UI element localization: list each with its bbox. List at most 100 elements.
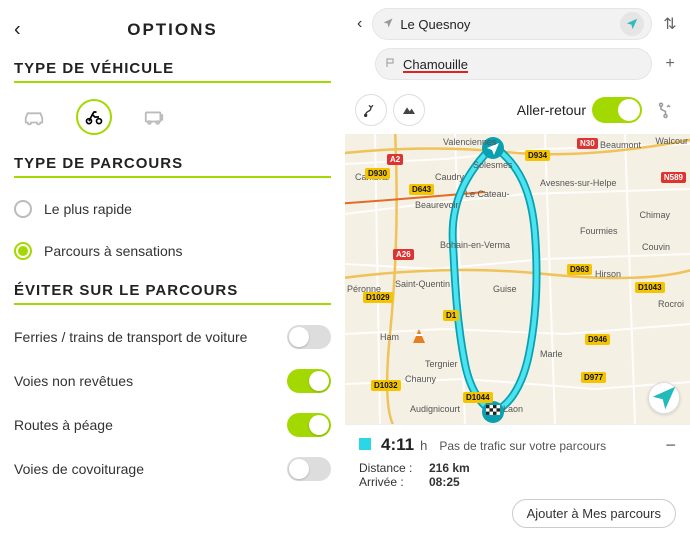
to-text: Chamouille [403, 57, 644, 72]
divider [14, 176, 331, 178]
swap-icon[interactable]: ⇅ [660, 14, 680, 34]
road-badge: D643 [409, 184, 434, 195]
map-view[interactable]: Valenciennes Beaumont Walcour Cambrai Ca… [345, 134, 690, 424]
use-my-location-icon[interactable] [620, 12, 644, 36]
avoid-toll-toggle[interactable] [287, 413, 331, 437]
avoid-ferries-label: Ferries / trains de transport de voiture [14, 329, 247, 345]
road-badge: D930 [365, 168, 390, 179]
from-row: ‹ Le Quesnoy ⇅ [355, 8, 680, 40]
city-label: Laon [503, 404, 523, 414]
city-label: Marle [540, 349, 563, 359]
road-badge: D946 [585, 334, 610, 345]
city-label: Chauny [405, 374, 436, 384]
road-badge: D1 [443, 310, 459, 321]
back-chevron-icon[interactable]: ‹ [355, 15, 364, 33]
city-label: Caudry [435, 172, 464, 182]
vehicle-car-icon[interactable] [16, 99, 52, 135]
route-details: Distance : 216 km Arrivée : 08:25 [359, 461, 676, 489]
road-badge: D963 [567, 264, 592, 275]
vehicle-motorcycle-icon[interactable] [76, 99, 112, 135]
vehicle-rv-icon[interactable] [136, 99, 172, 135]
city-label: Rocroi [658, 299, 684, 309]
arrival-value: 08:25 [429, 475, 460, 489]
avoid-carpool-label: Voies de covoiturage [14, 461, 144, 477]
route-type-icon[interactable] [355, 94, 387, 126]
road-badge: D1029 [363, 292, 393, 303]
arrival-label: Arrivée : [359, 475, 423, 489]
options-header: ‹ OPTIONS [14, 10, 331, 50]
avoid-ferries-toggle[interactable] [287, 325, 331, 349]
location-pin-icon [382, 17, 394, 32]
to-input[interactable]: Chamouille [375, 48, 652, 80]
road-badge: D977 [581, 372, 606, 383]
avoid-toll-row: Routes à péage [14, 403, 331, 447]
avoid-unpaved-toggle[interactable] [287, 369, 331, 393]
eta-time: 4:11 [381, 435, 414, 455]
traffic-status: Pas de trafic sur votre parcours [439, 439, 606, 453]
city-label: Ham [380, 332, 399, 342]
terrain-icon[interactable] [393, 94, 425, 126]
add-to-routes-button[interactable]: Ajouter à Mes parcours [512, 499, 676, 528]
route-option-label: Le plus rapide [44, 201, 132, 217]
avoid-carpool-row: Voies de covoiturage [14, 447, 331, 491]
route-option-fastest[interactable]: Le plus rapide [14, 188, 331, 230]
distance-value: 216 km [429, 461, 470, 475]
city-label: Fourmies [580, 226, 618, 236]
distance-label: Distance : [359, 461, 423, 475]
route-options-icon[interactable] [648, 94, 680, 126]
vehicle-type-row [14, 93, 331, 145]
city-label: Valenciennes [443, 137, 496, 147]
options-title: OPTIONS [127, 20, 218, 40]
vehicle-section-title: TYPE DE VÉHICULE [14, 60, 331, 77]
search-area: ‹ Le Quesnoy ⇅ Chamouille + [345, 0, 690, 94]
eta-row: 4:11 h Pas de trafic sur votre parcours [359, 435, 676, 455]
road-badge: A26 [393, 249, 414, 260]
city-label: Le Cateau- [465, 189, 510, 199]
city-label: Chimay [639, 210, 670, 220]
city-label: Beaumont [600, 140, 641, 150]
add-waypoint-icon[interactable]: + [660, 55, 680, 73]
city-label: Beaurevoir [415, 200, 459, 210]
route-option-label: Parcours à sensations [44, 243, 183, 259]
city-label: Saint-Quentin [395, 279, 450, 289]
options-panel: ‹ OPTIONS TYPE DE VÉHICULE TYPE DE PARCO… [0, 0, 345, 540]
avoid-ferries-row: Ferries / trains de transport de voiture [14, 315, 331, 359]
city-label: Walcour [655, 136, 688, 146]
from-input[interactable]: Le Quesnoy [372, 8, 652, 40]
avoid-carpool-toggle[interactable] [287, 457, 331, 481]
route-color-swatch [359, 438, 371, 450]
back-icon[interactable]: ‹ [14, 19, 21, 42]
route-section-title: TYPE DE PARCOURS [14, 155, 331, 172]
road-badge: D934 [525, 150, 550, 161]
city-label: Audignicourt [410, 404, 460, 414]
road-badge: D1032 [371, 380, 401, 391]
road-badge: N30 [577, 138, 598, 149]
city-label: Solesmes [473, 160, 513, 170]
city-label: Avesnes-sur-Helpe [540, 178, 616, 188]
road-badge: D1044 [463, 392, 493, 403]
finish-flag-icon [385, 57, 397, 72]
road-badge: A2 [387, 154, 403, 165]
route-option-sensations[interactable]: Parcours à sensations [14, 230, 331, 272]
avoid-unpaved-row: Voies non revêtues [14, 359, 331, 403]
road-badge: N589 [661, 172, 686, 183]
controls-row: Aller-retour [345, 94, 690, 134]
divider [14, 303, 331, 305]
city-label: Hirson [595, 269, 621, 279]
collapse-icon[interactable]: − [665, 435, 676, 456]
aller-retour-label: Aller-retour [517, 102, 586, 118]
to-row: Chamouille + [355, 48, 680, 80]
avoid-section-title: ÉVITER SUR LE PARCOURS [14, 282, 331, 299]
recenter-location-icon[interactable] [648, 382, 680, 414]
route-summary-card: − 4:11 h Pas de trafic sur votre parcour… [345, 424, 690, 540]
map-panel: ‹ Le Quesnoy ⇅ Chamouille + [345, 0, 690, 540]
radio-icon [14, 242, 32, 260]
avoid-unpaved-label: Voies non revêtues [14, 373, 133, 389]
city-label: Guise [493, 284, 517, 294]
divider [14, 81, 331, 83]
city-label: Couvin [642, 242, 670, 252]
aller-retour-toggle[interactable] [592, 97, 642, 123]
eta-unit: h [420, 438, 427, 453]
radio-icon [14, 200, 32, 218]
city-label: Tergnier [425, 359, 458, 369]
